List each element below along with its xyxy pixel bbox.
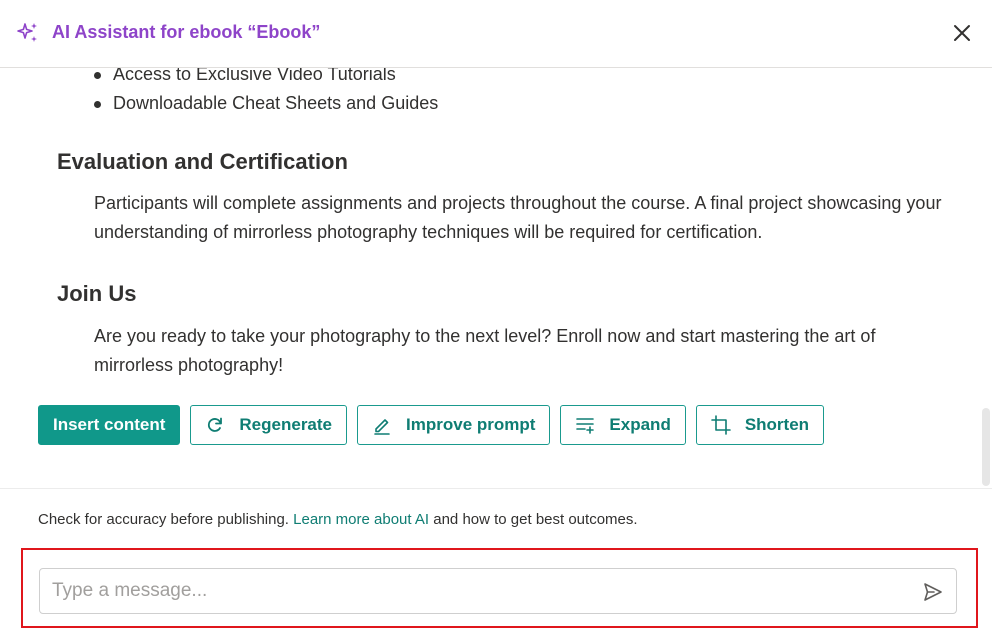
send-icon[interactable]: [922, 581, 944, 603]
crop-icon: [711, 415, 731, 435]
regenerate-button[interactable]: Regenerate: [190, 405, 348, 445]
action-bar: Insert content Regenerate Improve prompt…: [38, 405, 825, 445]
disclaimer-text: Check for accuracy before publishing.: [38, 511, 294, 528]
message-input-box: [39, 568, 957, 614]
disclaimer-text-end: and how to get best outcomes.: [429, 511, 638, 528]
refresh-icon: [208, 417, 223, 432]
pencil-icon: [374, 419, 390, 435]
section-body-evaluation: Participants will complete assignments a…: [94, 193, 942, 242]
scrollbar-thumb[interactable]: [982, 408, 990, 486]
shorten-button[interactable]: Shorten: [695, 405, 825, 445]
dialog-title: AI Assistant for ebook “Ebook”: [52, 22, 321, 42]
accuracy-disclaimer: Check for accuracy before publishing. Le…: [38, 511, 638, 528]
chat-footer: Check for accuracy before publishing. Le…: [0, 488, 992, 632]
feature-list: Access to Exclusive Video Tutorials Down…: [94, 68, 438, 118]
section-body-join-us: Are you ready to take your photography t…: [94, 326, 876, 375]
list-item: Downloadable Cheat Sheets and Guides: [94, 89, 438, 118]
expand-button[interactable]: Expand: [560, 405, 686, 445]
shorten-label: Shorten: [744, 415, 810, 434]
improve-prompt-button[interactable]: Improve prompt: [357, 405, 551, 445]
expand-lines-icon: [576, 418, 595, 434]
list-item: Access to Exclusive Video Tutorials: [94, 68, 438, 89]
regenerate-label: Regenerate: [239, 415, 333, 434]
sparkle-icon: [17, 23, 37, 42]
improve-prompt-label: Improve prompt: [406, 415, 536, 434]
learn-more-link[interactable]: Learn more about AI: [293, 511, 429, 528]
insert-content-label: Insert content: [53, 415, 166, 434]
section-heading-join-us: Join Us: [57, 281, 137, 306]
section-heading-evaluation: Evaluation and Certification: [57, 149, 348, 174]
generated-content: Access to Exclusive Video Tutorials Down…: [0, 68, 992, 488]
expand-label: Expand: [609, 415, 671, 434]
close-icon[interactable]: [950, 21, 974, 45]
message-input[interactable]: [52, 569, 912, 613]
message-input-highlight: [21, 548, 978, 628]
dialog-header: AI Assistant for ebook “Ebook”: [0, 0, 992, 68]
insert-content-button[interactable]: Insert content: [38, 405, 181, 445]
